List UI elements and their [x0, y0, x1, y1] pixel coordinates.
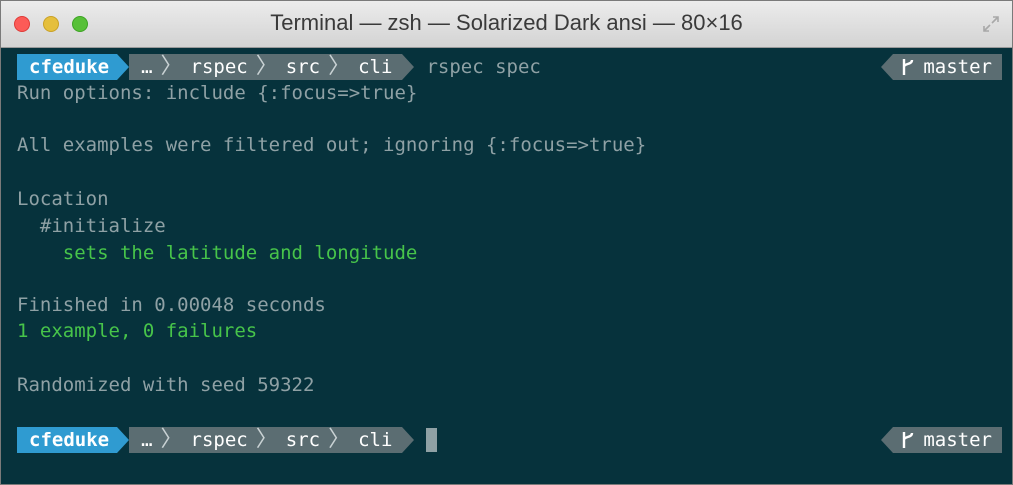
prompt-line: cfeduke … 〉 rspec 〉 src 〉 cli rspec spec: [17, 54, 541, 80]
path-separator-icon: 〉: [255, 54, 278, 79]
path-separator-icon: 〉: [255, 427, 278, 452]
window-title: Terminal — zsh — Solarized Dark ansi — 8…: [270, 10, 743, 35]
branch-segment-arrow: [881, 427, 894, 453]
path-part-cli: cli: [358, 56, 393, 78]
prompt-path-segment: … 〉 rspec 〉 src 〉 cli: [129, 54, 403, 80]
prompt-line: cfeduke … 〉 rspec 〉 src 〉 cli: [17, 427, 438, 453]
terminal-window: Terminal — zsh — Solarized Dark ansi — 8…: [0, 0, 1013, 485]
output-line: Location: [17, 188, 109, 210]
branch-segment: master: [893, 54, 1002, 80]
prompt-user-segment: cfeduke: [17, 427, 118, 453]
prompt-user-segment: cfeduke: [17, 54, 118, 80]
text-cursor: [426, 428, 438, 452]
path-separator-icon: 〉: [328, 427, 351, 452]
branch-segment: master: [893, 427, 1002, 453]
typed-command: rspec spec: [426, 56, 541, 78]
path-part-src: src: [285, 429, 321, 451]
prompt-user-arrow: [117, 54, 130, 80]
prompt-path-arrow: [402, 427, 415, 453]
output-line: All examples were filtered out; ignoring…: [17, 134, 647, 156]
output-line: Randomized with seed 59322: [17, 374, 315, 396]
git-branch-indicator: master: [881, 427, 1002, 453]
prompt-path-arrow: [402, 54, 415, 80]
git-branch-icon: [903, 432, 914, 448]
path-separator-icon: 〉: [160, 54, 183, 79]
prompt-path-segment: … 〉 rspec 〉 src 〉 cli: [129, 427, 403, 453]
output-line: Run options: include {:focus=>true}: [17, 82, 418, 104]
title-bar[interactable]: Terminal — zsh — Solarized Dark ansi — 8…: [1, 1, 1012, 48]
path-ellipsis: …: [141, 56, 153, 78]
path-part-src: src: [285, 56, 321, 78]
git-branch-icon: [903, 59, 914, 75]
path-part-cli: cli: [358, 429, 393, 451]
path-part-rspec: rspec: [190, 56, 248, 78]
output-line: Finished in 0.00048 seconds: [17, 294, 326, 316]
git-branch-indicator: master: [881, 54, 1002, 80]
output-line-success: 1 example, 0 failures: [17, 320, 258, 342]
branch-name: master: [923, 56, 992, 78]
branch-name: master: [923, 429, 992, 451]
path-ellipsis: …: [141, 429, 153, 451]
path-separator-icon: 〉: [328, 54, 351, 79]
path-part-rspec: rspec: [190, 429, 248, 451]
fullscreen-icon[interactable]: [982, 15, 1000, 33]
prompt-user-arrow: [117, 427, 130, 453]
output-line-success: sets the latitude and longitude: [17, 242, 418, 264]
terminal-content[interactable]: cfeduke … 〉 rspec 〉 src 〉 cli rspec spec…: [1, 48, 1012, 484]
path-separator-icon: 〉: [160, 427, 183, 452]
output-line: #initialize: [17, 215, 166, 237]
branch-segment-arrow: [881, 54, 894, 80]
